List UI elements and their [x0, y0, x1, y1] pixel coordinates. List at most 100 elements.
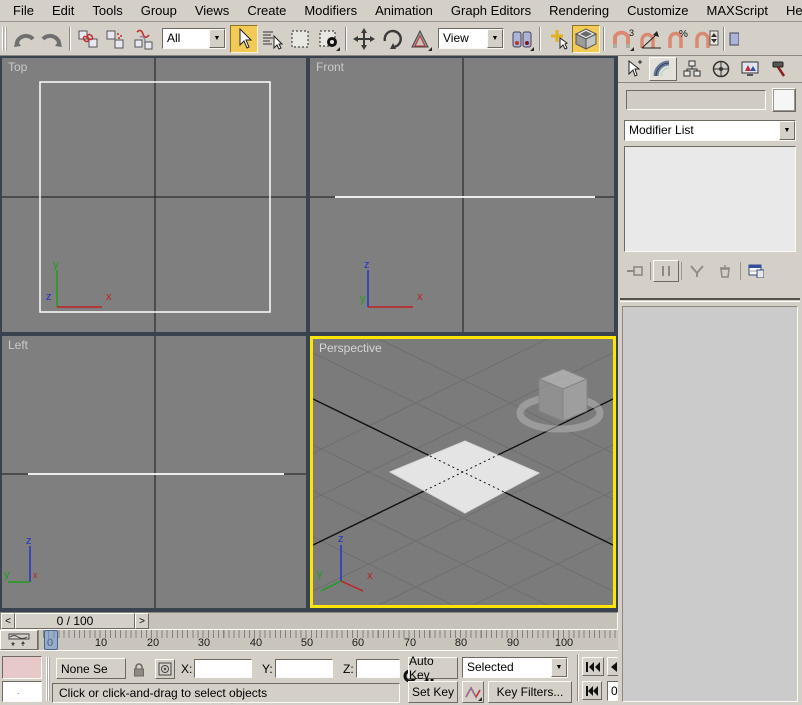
angle-snap-toggle-button[interactable]	[636, 25, 664, 53]
mirror-button-clipped[interactable]	[728, 25, 740, 53]
toolbar-grip[interactable]	[2, 27, 7, 51]
open-mini-curve-editor-button[interactable]	[0, 630, 38, 650]
pin-stack-button[interactable]	[622, 260, 648, 282]
viewport-top[interactable]: Top y x z	[2, 58, 306, 332]
menu-file[interactable]: File	[4, 1, 43, 20]
percent-snap-toggle-button[interactable]: %	[664, 25, 692, 53]
select-and-link-button[interactable]	[74, 25, 102, 53]
dropdown-arrow-icon[interactable]: ▼	[209, 29, 225, 48]
menu-rendering[interactable]: Rendering	[540, 1, 618, 20]
make-unique-button[interactable]	[684, 260, 710, 282]
rectangular-selection-region-button[interactable]	[286, 25, 314, 53]
modifier-stack-list[interactable]	[624, 146, 796, 252]
select-by-name-button[interactable]	[258, 25, 286, 53]
viewport-top-label: Top	[8, 60, 27, 74]
modifier-stack-toolbar	[622, 258, 798, 284]
select-object-button[interactable]	[230, 25, 258, 53]
current-frame-marker[interactable]	[44, 630, 58, 650]
selection-lock-toggle[interactable]	[130, 660, 148, 678]
maxscript-listener-line[interactable]: .	[2, 681, 42, 702]
listener-splitter[interactable]	[46, 657, 50, 701]
tab-display[interactable]	[736, 57, 764, 81]
viewport-front[interactable]: Front z x y	[310, 58, 614, 332]
display-icon	[741, 60, 759, 78]
pin-icon	[626, 264, 644, 278]
reference-coordinate-system-dropdown[interactable]: View ▼	[438, 28, 504, 49]
tick-label: 80	[455, 637, 467, 649]
coordinate-system-value: View	[439, 29, 487, 48]
modify-icon	[653, 60, 673, 78]
time-slider-prev-button[interactable]: <	[1, 613, 15, 629]
tab-modify[interactable]	[649, 57, 677, 81]
use-pivot-point-center-button[interactable]	[508, 25, 536, 53]
modifier-list-dropdown[interactable]: Modifier List ▼	[624, 120, 796, 141]
z-coordinate-input[interactable]	[356, 659, 400, 678]
show-end-result-button[interactable]	[653, 260, 679, 282]
viewport-perspective-active[interactable]: Perspective	[310, 336, 616, 608]
x-coordinate-input[interactable]	[194, 659, 252, 678]
window-crossing-toggle-button[interactable]	[314, 25, 342, 53]
tab-hierarchy[interactable]	[678, 57, 706, 81]
menu-animation[interactable]: Animation	[366, 1, 442, 20]
tab-motion[interactable]	[707, 57, 735, 81]
time-slider-next-button[interactable]: >	[135, 613, 149, 629]
object-color-swatch[interactable]	[772, 88, 796, 112]
menu-views[interactable]: Views	[186, 1, 238, 20]
track-bar-ruler[interactable]: 0 10 20 30 40 50 60 70 80 90 100	[38, 630, 618, 650]
undo-button[interactable]	[10, 25, 38, 53]
magnet-percent-icon: %	[665, 27, 691, 51]
rollout-area[interactable]	[622, 306, 798, 702]
tab-utilities[interactable]	[765, 57, 793, 81]
object-name-field[interactable]	[626, 90, 766, 110]
menu-help[interactable]: Help	[777, 1, 802, 20]
selection-filter-dropdown[interactable]: All ▼	[162, 28, 226, 49]
svg-text:y: y	[4, 569, 10, 581]
default-tangent-button[interactable]	[462, 681, 484, 703]
select-and-rotate-button[interactable]	[378, 25, 406, 53]
menu-modifiers[interactable]: Modifiers	[295, 1, 366, 20]
redo-button[interactable]	[38, 25, 66, 53]
dropdown-arrow-icon[interactable]: ▼	[487, 29, 503, 48]
go-to-start-button[interactable]	[582, 657, 604, 676]
viewport-perspective-canvas: z y x	[313, 339, 613, 605]
menu-customize[interactable]: Customize	[618, 1, 697, 20]
time-slider-handle[interactable]: 0 / 100	[15, 613, 135, 629]
tick-label: 40	[250, 637, 262, 649]
tab-create[interactable]	[620, 57, 648, 81]
configure-modifier-sets-button[interactable]	[743, 260, 769, 282]
select-and-move-button[interactable]	[350, 25, 378, 53]
absolute-mode-toggle[interactable]	[155, 659, 175, 679]
menu-edit[interactable]: Edit	[43, 1, 83, 20]
time-slider-track[interactable]: < 0 / 100 >	[0, 612, 618, 630]
select-by-name-icon	[261, 28, 283, 50]
select-and-scale-button[interactable]	[406, 25, 434, 53]
menu-tools[interactable]: Tools	[83, 1, 131, 20]
z-coordinate-label: Z:	[343, 662, 354, 676]
key-filter-scope-dropdown[interactable]: Selected ▼	[462, 657, 568, 678]
unlink-selection-button[interactable]	[102, 25, 130, 53]
menu-graph-editors[interactable]: Graph Editors	[442, 1, 540, 20]
menu-maxscript[interactable]: MAXScript	[698, 1, 777, 20]
dropdown-arrow-icon[interactable]: ▼	[779, 121, 795, 140]
redo-icon	[40, 28, 64, 50]
y-coordinate-input[interactable]	[275, 659, 333, 678]
create-icon	[625, 60, 643, 78]
dropdown-arrow-icon[interactable]: ▼	[551, 658, 567, 677]
maxscript-macro-recorder-line[interactable]	[2, 656, 42, 679]
keyboard-shortcut-override-toggle[interactable]	[572, 25, 600, 53]
auto-key-button[interactable]: Auto Key	[408, 657, 458, 679]
viewport-left[interactable]: Left z y x	[2, 336, 306, 608]
spinner-snap-toggle-button[interactable]	[692, 25, 720, 53]
snaps-toggle-3d-button[interactable]: 3	[608, 25, 636, 53]
bind-to-space-warp-button[interactable]	[130, 25, 158, 53]
key-filters-button[interactable]: Key Filters...	[488, 681, 572, 703]
select-and-manipulate-button[interactable]	[544, 25, 572, 53]
menu-group[interactable]: Group	[132, 1, 186, 20]
viewport-left-label: Left	[8, 338, 28, 352]
set-key-button[interactable]: Set Key	[408, 681, 458, 703]
hierarchy-icon	[683, 60, 701, 78]
remove-modifier-button[interactable]	[712, 260, 738, 282]
menu-create[interactable]: Create	[238, 1, 295, 20]
key-mode-toggle-button[interactable]	[582, 681, 602, 700]
svg-text:y: y	[53, 259, 59, 271]
